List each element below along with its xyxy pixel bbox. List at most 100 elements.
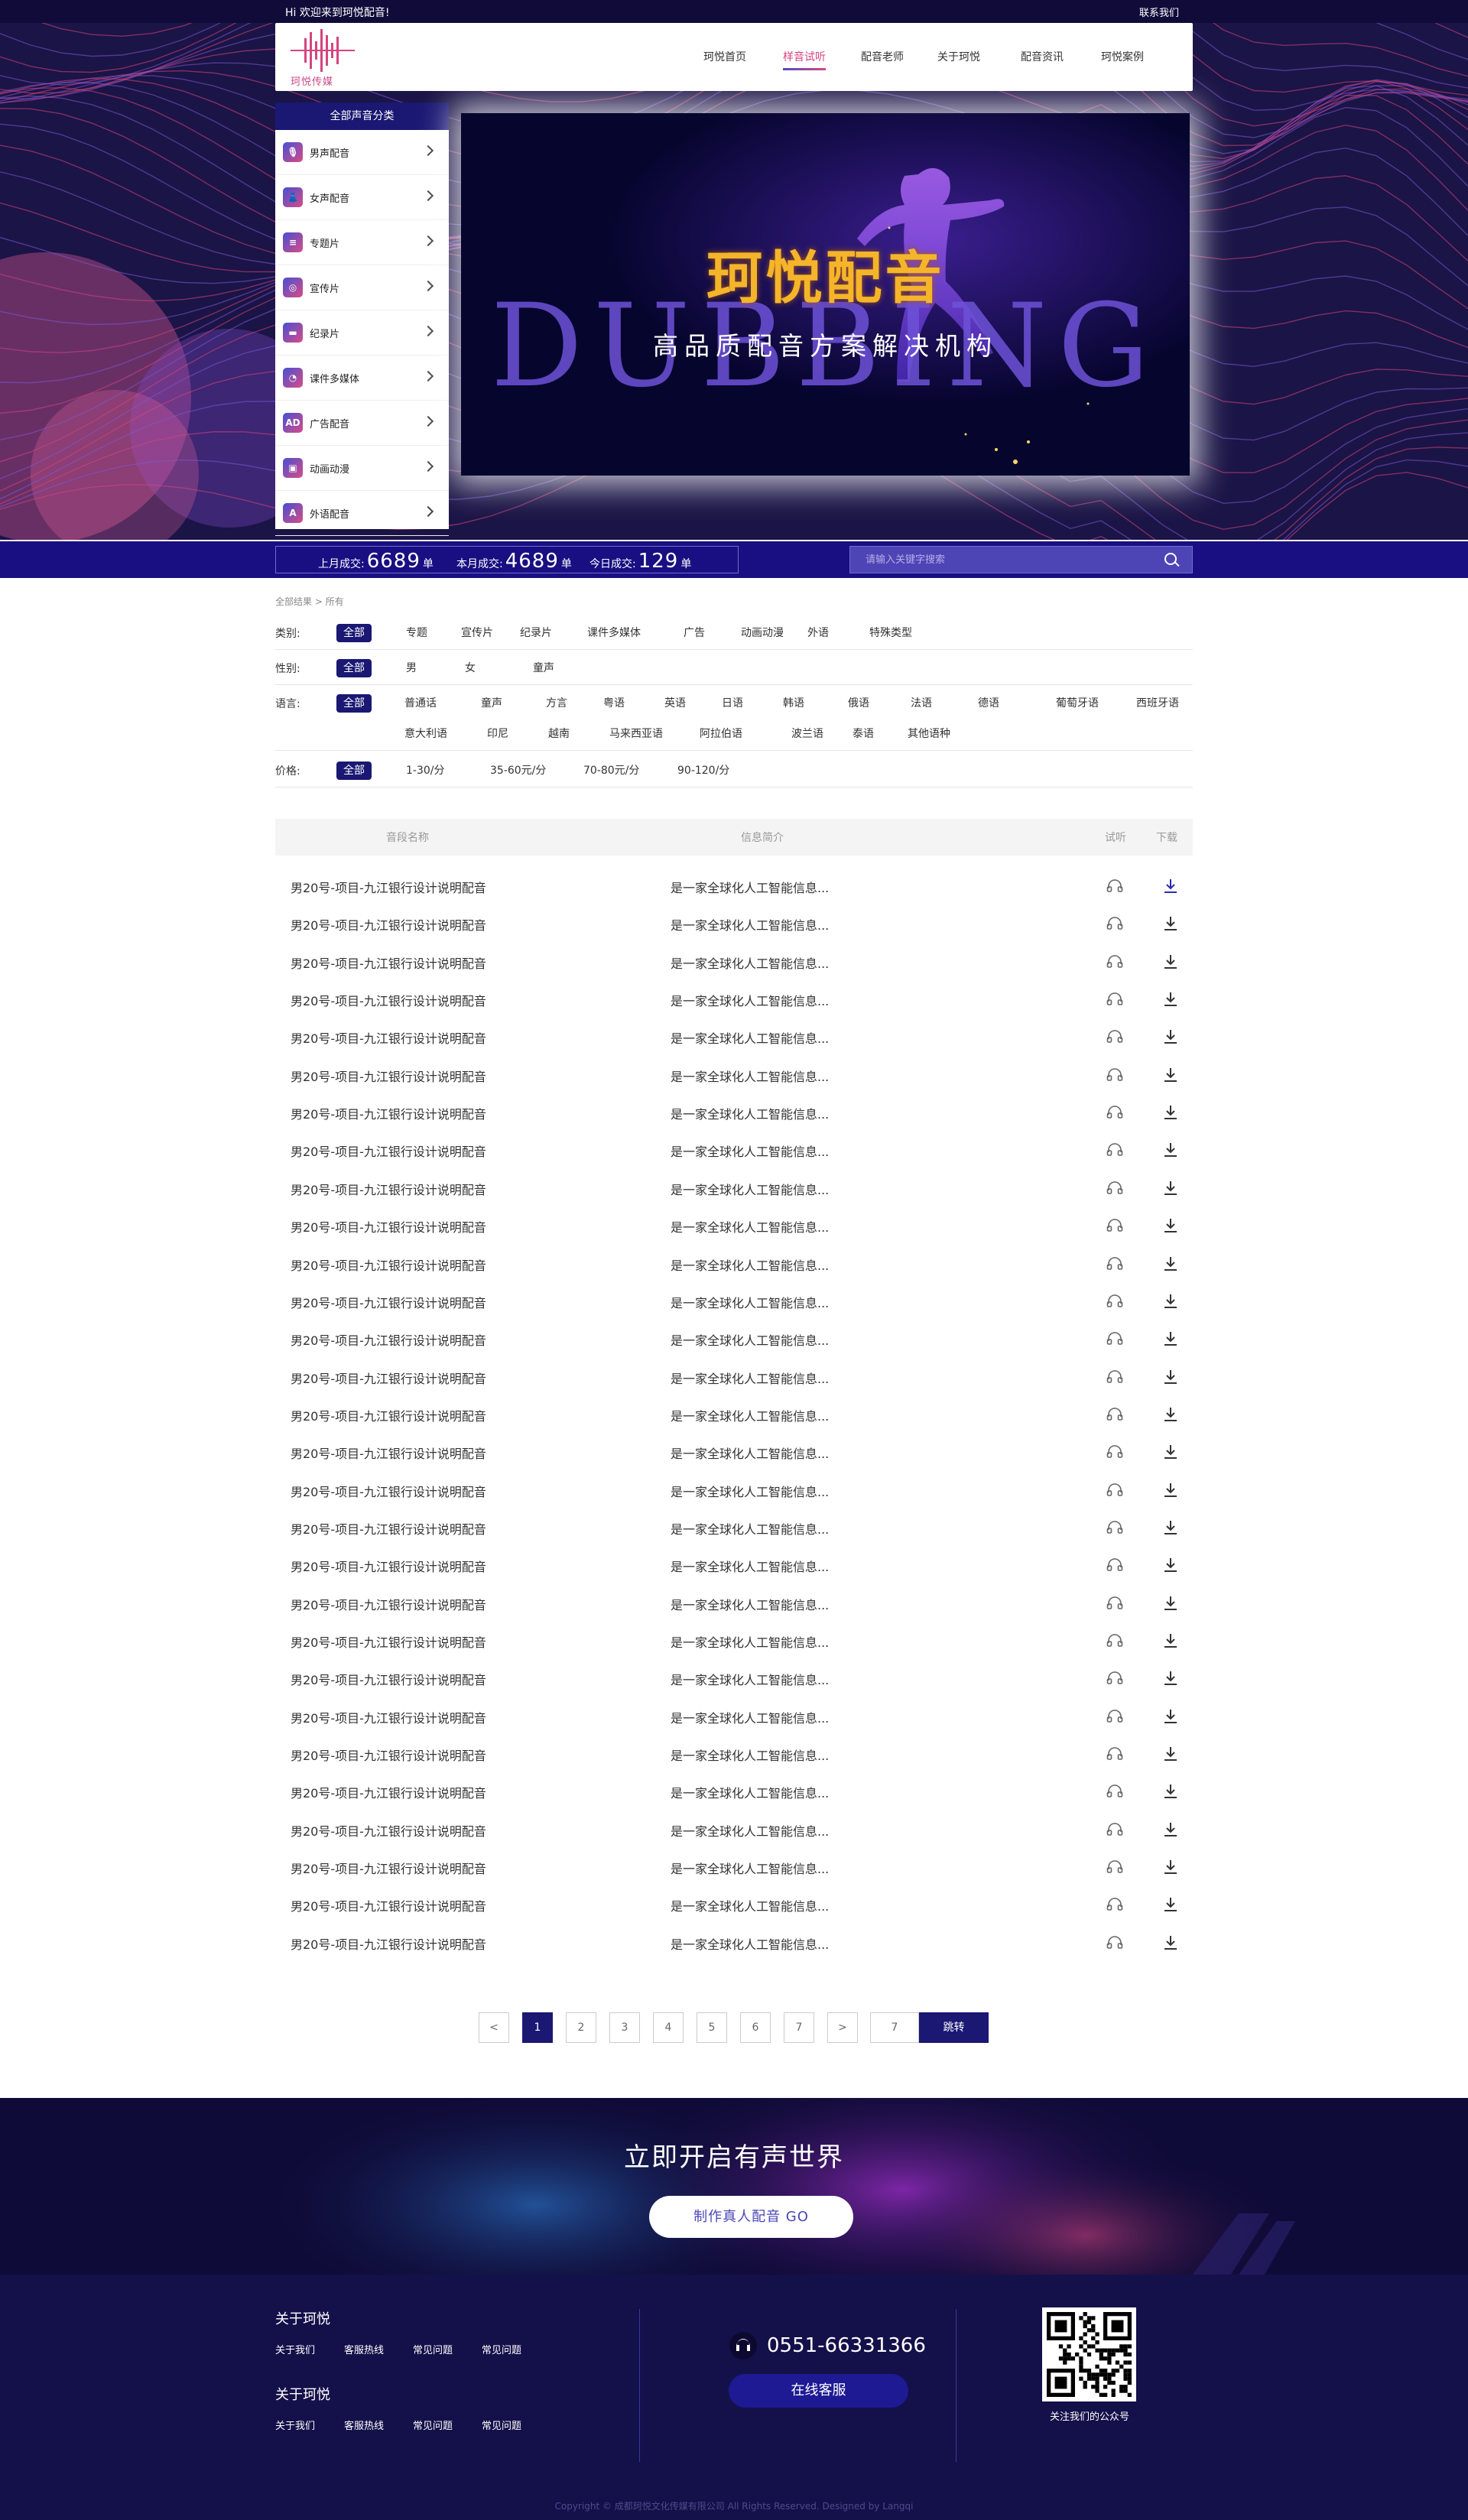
sidebar-item[interactable]: AD 广告配音 — [275, 401, 449, 446]
row-name[interactable]: 男20号-项目-九江银行设计说明配音 — [291, 1482, 486, 1500]
sidebar-item[interactable]: 🎙 男声配音 — [275, 130, 449, 175]
download-icon[interactable] — [1162, 1255, 1179, 1272]
next-page-button[interactable]: > — [827, 2012, 858, 2043]
sidebar-item[interactable]: ◎ 宣传片 — [275, 265, 449, 310]
headphones-icon[interactable] — [1106, 1709, 1123, 1723]
row-name[interactable]: 男20号-项目-九江银行设计说明配音 — [291, 1369, 486, 1387]
filter-option[interactable]: 广告 — [677, 624, 712, 642]
footer-link[interactable]: 关于我们 — [275, 2418, 315, 2432]
cta-button[interactable]: 制作真人配音 GO — [649, 2196, 853, 2238]
filter-option[interactable]: 马来西亚语 — [602, 725, 670, 743]
filter-option[interactable]: 粤语 — [596, 694, 632, 713]
filter-option[interactable]: 德语 — [971, 694, 1006, 713]
download-icon[interactable] — [1162, 1141, 1179, 1158]
row-name[interactable]: 男20号-项目-九江银行设计说明配音 — [291, 1104, 486, 1122]
row-name[interactable]: 男20号-项目-九江银行设计说明配音 — [291, 1595, 486, 1613]
row-name[interactable]: 男20号-项目-九江银行设计说明配音 — [291, 991, 486, 1009]
filter-option[interactable]: 专题 — [399, 624, 434, 642]
search-input[interactable] — [850, 547, 1156, 573]
row-name[interactable]: 男20号-项目-九江银行设计说明配音 — [291, 1330, 486, 1349]
download-icon[interactable] — [1162, 1632, 1179, 1649]
download-icon[interactable] — [1162, 1443, 1179, 1460]
filter-option[interactable]: 阿拉伯语 — [693, 725, 749, 743]
download-icon[interactable] — [1162, 1783, 1179, 1800]
headphones-icon[interactable] — [1106, 1331, 1123, 1345]
headphones-icon[interactable] — [1106, 1142, 1123, 1157]
headphones-icon[interactable] — [1106, 916, 1123, 930]
nav-teachers[interactable]: 配音老师 — [861, 49, 904, 64]
row-name[interactable]: 男20号-项目-九江银行设计说明配音 — [291, 1557, 486, 1575]
row-name[interactable]: 男20号-项目-九江银行设计说明配音 — [291, 1028, 486, 1047]
headphones-icon[interactable] — [1106, 1557, 1123, 1572]
filter-option[interactable]: 90-120/分 — [671, 762, 736, 780]
nav-about[interactable]: 关于珂悦 — [937, 49, 980, 64]
headphones-icon[interactable] — [1106, 954, 1123, 968]
download-icon[interactable] — [1162, 1293, 1179, 1310]
filter-option[interactable]: 全部 — [336, 659, 372, 677]
footer-link[interactable]: 常见问题 — [482, 2418, 521, 2432]
row-name[interactable]: 男20号-项目-九江银行设计说明配音 — [291, 1255, 486, 1274]
footer-link[interactable]: 关于我们 — [275, 2342, 315, 2356]
row-name[interactable]: 男20号-项目-九江银行设计说明配音 — [291, 878, 486, 896]
page-button[interactable]: 3 — [609, 2012, 640, 2043]
filter-option[interactable]: 70-80元/分 — [576, 762, 646, 780]
filter-option[interactable]: 其他语种 — [901, 725, 957, 743]
filter-option[interactable]: 英语 — [658, 694, 693, 713]
headphones-icon[interactable] — [1106, 1294, 1123, 1307]
row-name[interactable]: 男20号-项目-九江银行设计说明配音 — [291, 1821, 486, 1840]
filter-option[interactable]: 35-60元/分 — [483, 762, 553, 780]
footer-link[interactable]: 常见问题 — [482, 2342, 521, 2356]
nav-cases[interactable]: 珂悦案例 — [1101, 49, 1144, 64]
headphones-icon[interactable] — [1106, 1671, 1123, 1685]
row-name[interactable]: 男20号-项目-九江银行设计说明配音 — [291, 1745, 486, 1764]
download-icon[interactable] — [1162, 1896, 1179, 1913]
page-button[interactable]: 4 — [653, 2012, 684, 2043]
headphones-icon[interactable] — [1106, 992, 1123, 1005]
row-name[interactable]: 男20号-项目-九江银行设计说明配音 — [291, 1141, 486, 1160]
contact-link[interactable]: 联系我们 — [1139, 5, 1179, 19]
row-name[interactable]: 男20号-项目-九江银行设计说明配音 — [291, 1519, 486, 1538]
page-button[interactable]: 2 — [566, 2012, 596, 2043]
filter-option[interactable]: 印尼 — [480, 725, 515, 743]
headphones-icon[interactable] — [1106, 1633, 1123, 1647]
row-name[interactable]: 男20号-项目-九江银行设计说明配音 — [291, 953, 486, 972]
jump-page-input[interactable]: 7 — [870, 2012, 919, 2043]
download-icon[interactable] — [1162, 1821, 1179, 1838]
filter-option[interactable]: 波兰语 — [784, 725, 830, 743]
headphones-icon[interactable] — [1106, 1859, 1123, 1873]
row-name[interactable]: 男20号-项目-九江银行设计说明配音 — [291, 1934, 486, 1953]
hero-banner[interactable]: DUBBING 珂悦配音 高品质配音方案解决机构 — [461, 113, 1190, 476]
headphones-icon[interactable] — [1106, 1520, 1123, 1534]
download-icon[interactable] — [1162, 1482, 1179, 1499]
download-icon[interactable] — [1162, 1745, 1179, 1762]
footer-link[interactable]: 客服热线 — [344, 2342, 384, 2356]
download-icon[interactable] — [1162, 1519, 1179, 1536]
filter-option[interactable]: 童声 — [474, 694, 509, 713]
filter-option[interactable]: 全部 — [336, 694, 372, 713]
row-name[interactable]: 男20号-项目-九江银行设计说明配音 — [291, 1443, 486, 1462]
filter-option[interactable]: 童声 — [526, 659, 561, 677]
headphones-icon[interactable] — [1106, 1067, 1123, 1081]
row-name[interactable]: 男20号-项目-九江银行设计说明配音 — [291, 1217, 486, 1236]
footer-link[interactable]: 常见问题 — [413, 2418, 453, 2432]
headphones-icon[interactable] — [1106, 1444, 1123, 1459]
download-icon[interactable] — [1162, 1859, 1179, 1875]
headphones-icon[interactable] — [1106, 1935, 1123, 1949]
filter-option[interactable]: 泰语 — [846, 725, 881, 743]
filter-option[interactable]: 宣传片 — [454, 624, 500, 642]
footer-link[interactable]: 客服热线 — [344, 2418, 384, 2432]
logo[interactable]: 珂悦传媒 — [284, 28, 361, 89]
sidebar-item[interactable]: ▬ 纪录片 — [275, 310, 449, 356]
headphones-icon[interactable] — [1106, 1784, 1123, 1798]
nav-home[interactable]: 珂悦首页 — [703, 49, 746, 64]
filter-option[interactable]: 1-30/分 — [399, 762, 452, 780]
filter-option[interactable]: 全部 — [336, 624, 372, 642]
page-button[interactable]: 7 — [784, 2012, 814, 2043]
filter-option[interactable]: 葡萄牙语 — [1049, 694, 1106, 713]
headphones-icon[interactable] — [1106, 1822, 1123, 1836]
sidebar-item[interactable]: A 外语配音 — [275, 491, 449, 536]
headphones-icon[interactable] — [1106, 878, 1123, 892]
filter-option[interactable]: 动画动漫 — [734, 624, 791, 642]
row-name[interactable]: 男20号-项目-九江银行设计说明配音 — [291, 1632, 486, 1651]
download-icon[interactable] — [1162, 1708, 1179, 1725]
